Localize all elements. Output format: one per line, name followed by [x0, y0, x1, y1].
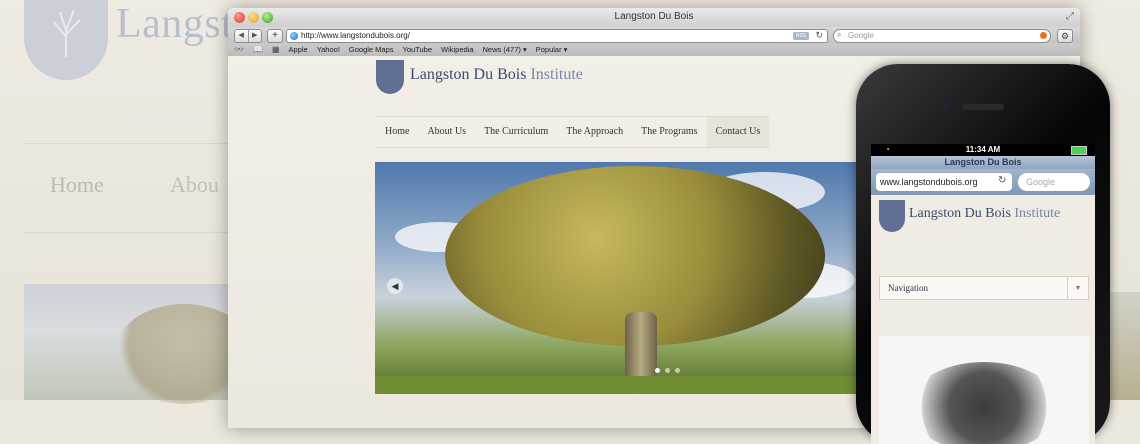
hero-slideshow: ◀ [375, 162, 865, 394]
earpiece-speaker [962, 104, 1004, 110]
address-bar[interactable]: http://www.langstondubois.org/ RSS ↻ [286, 29, 828, 43]
mobile-logo-sub: Institute [1014, 206, 1061, 221]
iphone-device: ◔ 11:34 AM Langston Du Bois www.langston… [856, 64, 1110, 444]
rss-icon[interactable]: RSS [793, 32, 809, 40]
status-time: 11:34 AM [965, 145, 1001, 154]
window-title: Langston Du Bois [614, 11, 694, 22]
site-crest-logo[interactable] [376, 60, 404, 94]
bookmark-yahoo[interactable]: Yahoo! [317, 45, 340, 54]
site-navigation: Home About Us The Curriculum The Approac… [376, 116, 770, 148]
search-placeholder: Google [848, 31, 874, 40]
nav-curriculum[interactable]: The Curriculum [475, 117, 557, 147]
bookmark-news[interactable]: News (477) ▾ [483, 45, 527, 54]
battery-icon [1071, 146, 1087, 155]
top-sites-icon[interactable]: ▦ [272, 45, 280, 54]
site-logo-main: Langston Du Bois [410, 66, 527, 83]
slide-dot[interactable] [655, 368, 660, 373]
mobile-reload-icon[interactable]: ↻ [998, 175, 1006, 186]
hero-ground [375, 376, 865, 394]
chevron-down-icon: ▼ [1067, 277, 1088, 299]
nav-about-us[interactable]: About Us [418, 117, 475, 147]
address-url[interactable]: http://www.langstondubois.org/ [301, 31, 410, 40]
fullscreen-icon[interactable]: ⤢ [1066, 11, 1074, 22]
nav-contact-us[interactable]: Contact Us [706, 117, 770, 147]
mobile-url-field[interactable]: www.langstondubois.org [876, 173, 1012, 191]
mobile-crest-logo[interactable] [879, 200, 905, 232]
bookmarks-book-icon[interactable]: 📖 [253, 45, 263, 54]
mobile-navigation-select[interactable]: Navigation ▼ [879, 276, 1089, 300]
back-forward-buttons: ◀ ▶ [234, 29, 262, 43]
bookmark-popular[interactable]: Popular ▾ [536, 45, 568, 54]
reload-icon[interactable]: ↻ [815, 30, 823, 41]
mobile-site-logo[interactable]: Langston Du Bois Institute [909, 206, 1060, 222]
add-bookmark-button[interactable]: + [267, 29, 283, 43]
browser-toolbar: ◀ ▶ + http://www.langstondubois.org/ RSS… [228, 27, 1080, 43]
bookmark-apple[interactable]: Apple [289, 45, 308, 54]
mobile-search-field[interactable]: Google [1018, 173, 1090, 191]
bookmark-wikipedia[interactable]: Wikipedia [441, 45, 474, 54]
slide-dot[interactable] [665, 368, 670, 373]
mobile-address-area: www.langstondubois.org ↻ Google [871, 169, 1095, 195]
search-clear-icon[interactable] [1040, 32, 1047, 39]
slide-dot[interactable] [675, 368, 680, 373]
reading-list-icon[interactable]: 👓 [234, 45, 244, 54]
background-nav-about: Abou [170, 172, 219, 197]
nav-approach[interactable]: The Approach [557, 117, 632, 147]
site-logo-sub: Institute [530, 66, 583, 83]
phone-screen: ◔ 11:34 AM Langston Du Bois www.langston… [871, 144, 1095, 444]
background-nav-home: Home [50, 172, 104, 197]
search-icon: ⌕ [837, 30, 842, 39]
browser-titlebar: Langston Du Bois ⤢ [228, 8, 1080, 27]
bookmark-youtube[interactable]: YouTube [403, 45, 432, 54]
background-hero-photo [24, 284, 254, 404]
background-crest-logo [24, 0, 108, 80]
mobile-nav-label: Navigation [888, 283, 928, 293]
site-globe-icon [290, 32, 298, 40]
forward-button[interactable]: ▶ [249, 30, 262, 42]
slideshow-dots [655, 368, 680, 373]
nav-programs[interactable]: The Programs [632, 117, 706, 147]
bookmark-google-maps[interactable]: Google Maps [349, 45, 394, 54]
mobile-logo-main: Langston Du Bois [909, 206, 1011, 221]
background-divider [24, 143, 229, 144]
bookmarks-bar: 👓 📖 ▦ Apple Yahoo! Google Maps YouTube W… [228, 43, 1080, 57]
slideshow-prev-button[interactable]: ◀ [387, 278, 403, 294]
back-button[interactable]: ◀ [235, 30, 249, 42]
front-camera [941, 102, 950, 111]
gear-icon[interactable]: ⚙ [1057, 29, 1073, 43]
mobile-page-title: Langston Du Bois [871, 156, 1095, 169]
site-logo[interactable]: Langston Du Bois Institute [410, 66, 583, 84]
browser-search-input[interactable]: ⌕ Google [833, 29, 1051, 43]
phone-status-bar: ◔ 11:34 AM [871, 144, 1095, 156]
mobile-hero-photo [879, 336, 1089, 444]
nav-home[interactable]: Home [376, 117, 418, 147]
background-divider [24, 232, 229, 233]
mobile-tree-image [909, 362, 1059, 444]
